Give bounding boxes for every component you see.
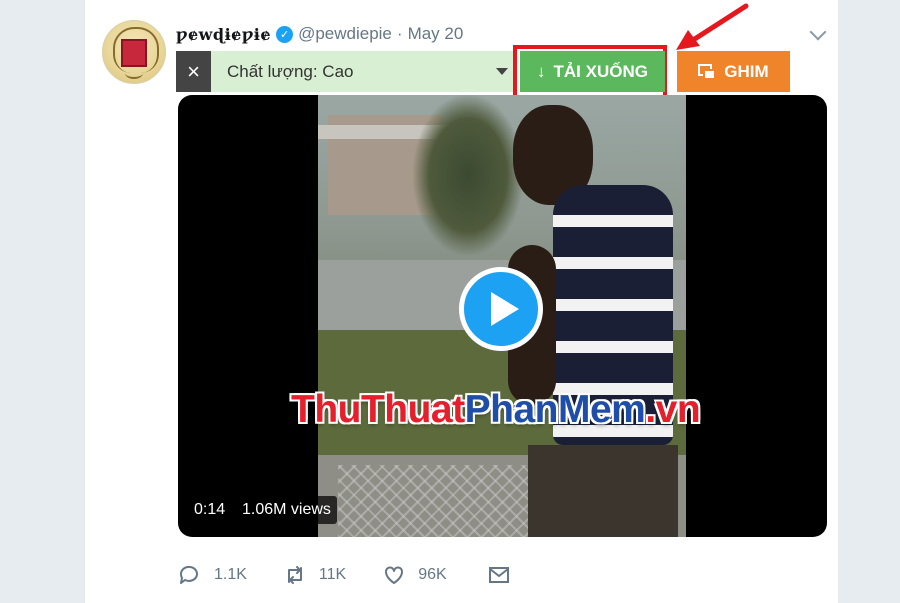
watermark-part-3: .vn <box>645 388 701 431</box>
watermark-part-2: PhanMem <box>464 388 646 431</box>
download-button-label: TẢI XUỐNG <box>553 61 648 81</box>
heart-icon <box>385 566 404 584</box>
pin-button-label: GHIM <box>724 61 769 81</box>
right-gutter <box>838 0 900 603</box>
video-player[interactable]: ThuThuatPhanMem.vn 0:14 1.06M views <box>178 95 827 537</box>
verified-badge-icon: ✓ <box>276 25 294 43</box>
close-button[interactable]: × <box>176 51 211 92</box>
like-action[interactable]: 96K <box>382 563 447 587</box>
tweet-actions: 1.1K 11K 96K <box>178 560 547 590</box>
play-button[interactable] <box>459 267 543 351</box>
video-scene-person-legs <box>528 445 678 537</box>
download-button[interactable]: ↓ TẢI XUỐNG <box>520 51 665 92</box>
pin-button[interactable]: GHIM <box>677 51 790 92</box>
reply-count: 1.1K <box>214 566 247 583</box>
quality-select[interactable]: Chất lượng: Cao <box>211 51 516 92</box>
watermark: ThuThuatPhanMem.vn <box>291 388 701 432</box>
tweet-date[interactable]: May 20 <box>408 24 464 44</box>
watermark-part-1: ThuThuat <box>291 388 465 431</box>
pin-window-icon <box>698 63 717 80</box>
reply-icon <box>179 565 198 584</box>
download-arrow-icon: ↓ <box>537 61 546 81</box>
avatar-chin <box>125 67 143 79</box>
caret-down-icon <box>496 68 508 75</box>
avatar[interactable] <box>102 20 166 84</box>
retweet-icon <box>287 566 302 584</box>
display-name[interactable]: ƿɇwɖɨɇƿɨɇ <box>176 25 271 44</box>
avatar-censor-box <box>121 39 147 67</box>
direct-message-action[interactable] <box>487 563 511 587</box>
retweet-count: 11K <box>318 566 347 583</box>
mail-icon <box>488 567 509 583</box>
video-duration-badge: 0:14 <box>188 496 232 524</box>
user-handle[interactable]: @pewdiepie <box>298 24 392 44</box>
tweet-header: ƿɇwɖɨɇƿɨɇ ✓ @pewdiepie · May 20 <box>176 22 463 46</box>
header-separator: · <box>396 24 403 43</box>
reply-action[interactable]: 1.1K <box>178 563 247 587</box>
like-count: 96K <box>418 566 447 583</box>
retweet-action[interactable]: 11K <box>283 563 346 587</box>
play-icon <box>491 292 519 326</box>
left-gutter <box>0 0 84 603</box>
quality-select-label: Chất lượng: Cao <box>227 61 354 81</box>
video-views-badge: 1.06M views <box>236 496 337 524</box>
video-scene-tree <box>413 95 523 255</box>
